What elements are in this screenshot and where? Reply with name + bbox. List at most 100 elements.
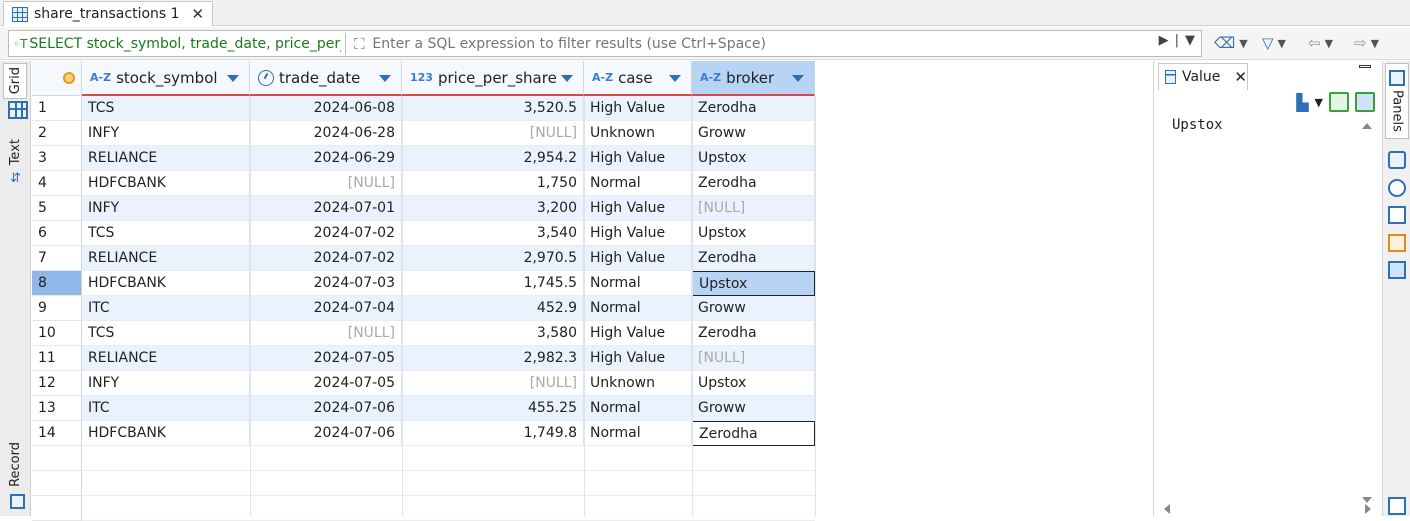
cell-broker[interactable]: [NULL] <box>692 346 815 371</box>
cell-stock-symbol[interactable]: HDFCBANK <box>82 421 250 446</box>
cell-case[interactable]: High Value <box>584 321 692 346</box>
cell-broker[interactable]: Upstox <box>692 271 815 296</box>
cell-stock-symbol[interactable]: RELIANCE <box>82 146 250 171</box>
text-format-icon[interactable]: ⇵ <box>10 171 21 186</box>
cell-broker[interactable]: Zerodha <box>692 96 815 121</box>
content-viewer-icon[interactable]: ▙ <box>1296 93 1308 112</box>
cell-broker[interactable]: Zerodha <box>692 321 815 346</box>
cell-trade-date[interactable]: [NULL] <box>250 321 402 346</box>
table-row[interactable]: 9 ITC 2024-07-04 452.9 Normal Groww <box>32 296 815 321</box>
cell-price-per-share[interactable]: 1,749.8 <box>402 421 584 446</box>
column-header-case[interactable]: A-Z case <box>584 61 692 96</box>
cell-stock-symbol[interactable]: HDFCBANK <box>82 271 250 296</box>
cell-broker[interactable]: Groww <box>692 396 815 421</box>
minimize-icon[interactable] <box>1359 65 1371 68</box>
table-row[interactable]: 5 INFY 2024-07-01 3,200 High Value [NULL] <box>32 196 815 221</box>
chevron-down-icon[interactable]: ▼ <box>1315 96 1323 109</box>
cell-case[interactable]: High Value <box>584 246 692 271</box>
cell-stock-symbol[interactable]: RELIANCE <box>82 346 250 371</box>
column-header-trade-date[interactable]: trade_date <box>250 61 402 96</box>
table-row[interactable]: 6 TCS 2024-07-02 3,540 High Value Upstox <box>32 221 815 246</box>
cell-trade-date[interactable]: 2024-07-05 <box>250 346 402 371</box>
column-header-broker[interactable]: A-Z broker <box>692 61 815 96</box>
tab-grid[interactable]: Grid <box>3 63 27 99</box>
cell-price-per-share[interactable]: 2,982.3 <box>402 346 584 371</box>
back-button[interactable]: ⇦ ▼ <box>1308 30 1333 56</box>
sort-dropdown-icon[interactable] <box>379 75 391 82</box>
row-number[interactable]: 6 <box>32 221 82 246</box>
tab-share-transactions[interactable]: share_transactions 1 ✕ <box>3 1 214 26</box>
cell-broker[interactable]: Zerodha <box>692 421 815 446</box>
cell-case[interactable]: Unknown <box>584 371 692 396</box>
cell-price-per-share[interactable]: 3,540 <box>402 221 584 246</box>
calculator-icon[interactable] <box>1388 179 1406 197</box>
table-row[interactable]: 1 TCS 2024-06-08 3,520.5 High Value Zerodha <box>32 96 815 121</box>
references-icon[interactable] <box>1388 234 1406 252</box>
value-viewer-icon[interactable] <box>1388 261 1406 279</box>
row-number[interactable]: 11 <box>32 346 82 371</box>
table-row[interactable]: 3 RELIANCE 2024-06-29 2,954.2 High Value Upst… <box>32 146 815 171</box>
auto-save-icon[interactable] <box>1355 92 1375 112</box>
restore-icon[interactable] <box>1388 497 1406 515</box>
sort-dropdown-icon[interactable] <box>227 75 239 82</box>
row-number[interactable]: 7 <box>32 246 82 271</box>
cell-price-per-share[interactable]: 2,970.5 <box>402 246 584 271</box>
tab-panels[interactable]: Panels <box>1385 63 1409 139</box>
cell-stock-symbol[interactable]: ITC <box>82 396 250 421</box>
scroll-left-icon[interactable] <box>1164 504 1170 514</box>
cell-trade-date[interactable]: [NULL] <box>250 171 402 196</box>
eraser-button[interactable]: ⌫ ▼ <box>1214 30 1248 56</box>
cell-price-per-share[interactable]: [NULL] <box>402 371 584 396</box>
cell-case[interactable]: High Value <box>584 221 692 246</box>
cell-case[interactable]: High Value <box>584 196 692 221</box>
sort-dropdown-icon[interactable] <box>669 75 681 82</box>
cell-case[interactable]: Normal <box>584 296 692 321</box>
cell-broker[interactable]: Zerodha <box>692 171 815 196</box>
grid-corner[interactable] <box>32 61 82 96</box>
cell-broker[interactable]: Upstox <box>692 221 815 246</box>
table-row[interactable]: 4 HDFCBANK [NULL] 1,750 Normal Zerodha <box>32 171 815 196</box>
cell-case[interactable]: Normal <box>584 421 692 446</box>
cell-trade-date[interactable]: 2024-07-03 <box>250 271 402 296</box>
sql-query-text[interactable]: SELECT stock_symbol, trade_date, price_p… <box>29 36 341 52</box>
cell-price-per-share[interactable]: 3,200 <box>402 196 584 221</box>
cell-stock-symbol[interactable]: TCS <box>82 221 250 246</box>
cell-case[interactable]: High Value <box>584 146 692 171</box>
cell-stock-symbol[interactable]: INFY <box>82 371 250 396</box>
cell-trade-date[interactable]: 2024-07-05 <box>250 371 402 396</box>
cell-stock-symbol[interactable]: INFY <box>82 121 250 146</box>
cell-stock-symbol[interactable]: TCS <box>82 96 250 121</box>
horizontal-scrollbar[interactable] <box>1164 504 1371 514</box>
table-row[interactable]: 13 ITC 2024-07-06 455.25 Normal Groww <box>32 396 815 421</box>
cell-price-per-share[interactable]: 452.9 <box>402 296 584 321</box>
filter-button[interactable]: ▽ ▼ <box>1262 30 1286 56</box>
history-dropdown-icon[interactable]: ▼ <box>1185 33 1195 48</box>
table-row[interactable]: 12 INFY 2024-07-05 [NULL] Unknown Upstox <box>32 371 815 396</box>
row-number[interactable]: 3 <box>32 146 82 171</box>
tab-value[interactable]: Value ✕ <box>1158 63 1248 90</box>
cell-broker[interactable]: Zerodha <box>692 246 815 271</box>
cell-trade-date[interactable]: 2024-07-06 <box>250 421 402 446</box>
save-icon[interactable] <box>1329 92 1349 112</box>
cell-price-per-share[interactable]: 455.25 <box>402 396 584 421</box>
row-number[interactable]: 12 <box>32 371 82 396</box>
cell-price-per-share[interactable]: 3,520.5 <box>402 96 584 121</box>
table-row[interactable]: 2 INFY 2024-06-28 [NULL] Unknown Groww <box>32 121 815 146</box>
tab-text[interactable]: Text <box>3 135 27 169</box>
cell-stock-symbol[interactable]: HDFCBANK <box>82 171 250 196</box>
row-number[interactable]: 9 <box>32 296 82 321</box>
forward-button[interactable]: ⇨ ▼ <box>1354 30 1379 56</box>
cell-trade-date[interactable]: 2024-07-06 <box>250 396 402 421</box>
cell-stock-symbol[interactable]: TCS <box>82 321 250 346</box>
scroll-right-icon[interactable] <box>1365 504 1371 514</box>
cell-stock-symbol[interactable]: RELIANCE <box>82 246 250 271</box>
row-number[interactable]: 5 <box>32 196 82 221</box>
cell-case[interactable]: Unknown <box>584 121 692 146</box>
expand-icon[interactable]: ⛶ <box>350 35 368 53</box>
cell-trade-date[interactable]: 2024-07-04 <box>250 296 402 321</box>
filter-expression-input[interactable] <box>372 35 1133 52</box>
cell-broker[interactable]: [NULL] <box>692 196 815 221</box>
cell-case[interactable]: High Value <box>584 96 692 121</box>
cell-price-per-share[interactable]: 1,745.5 <box>402 271 584 296</box>
grid-icon[interactable] <box>8 101 28 119</box>
